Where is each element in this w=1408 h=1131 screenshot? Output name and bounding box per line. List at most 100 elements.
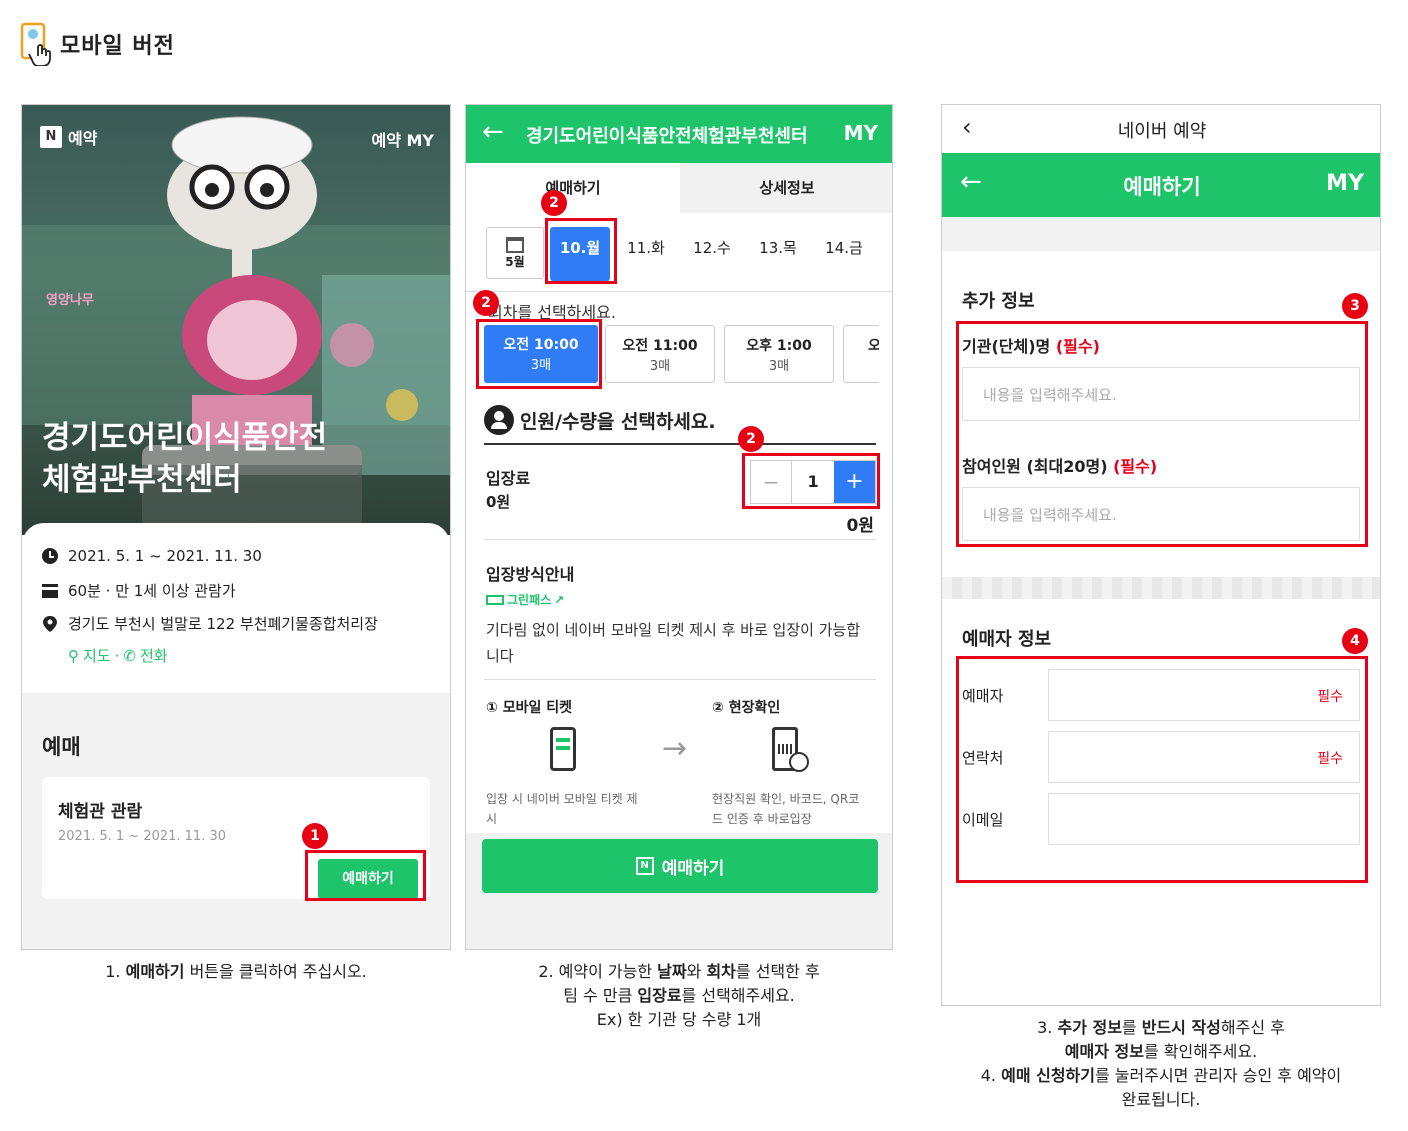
round-time: 오전 11:00 <box>622 338 698 354</box>
step-badge-2-round: 2 <box>473 290 499 316</box>
period-text: 2021. 5. 1 ~ 2021. 11. 30 <box>68 547 262 565</box>
screen-venue-detail: N 예약 예약 MY 영양나무 경기도어린이식품안전 체험관부천센터 2021.… <box>21 104 451 950</box>
person-icon <box>484 405 514 435</box>
divider <box>466 291 892 292</box>
caption-step1: 1. 예매하기 버튼을 클릭하여 주십시오. <box>21 960 451 984</box>
date-label: 14.금 <box>825 239 863 257</box>
step-badge-1: 1 <box>302 823 328 849</box>
arrow-icon: ↗ <box>554 592 565 607</box>
page-title: 모바일 버전 <box>60 34 175 59</box>
naver-n-icon: N <box>40 126 62 148</box>
caption-line: Ex) 한 기관 당 수량 1개 <box>596 1010 762 1029</box>
highlight-booker-info <box>956 656 1368 883</box>
caption-text: 를 <box>1121 1018 1142 1037</box>
duration-text: 60분 · 만 1세 이상 관람가 <box>68 582 236 600</box>
people-prompt-row: 인원/수량을 선택하세요. <box>484 405 716 435</box>
caption-text: 3. <box>1037 1018 1058 1037</box>
caption-emphasis: 입장료 <box>637 986 682 1005</box>
step-badge-3: 3 <box>1342 293 1368 319</box>
step2-desc-line2: 드 인증 후 바로입장 <box>712 812 812 826</box>
step1-desc: 입장 시 네이버 모바일 티켓 제 시 <box>486 789 638 829</box>
entry-desc: 기다림 없이 네이버 모바일 티켓 제시 후 바로 입장이 가능합 니다 <box>486 617 860 669</box>
round-count: 3매 <box>768 359 790 374</box>
round-1100[interactable]: 오전 11:00 3매 <box>605 325 715 383</box>
screen-select-date: ← 경기도어린이식품안전체험관부천센터 MY 예매하기 상세정보 5월 10.월… <box>465 104 893 950</box>
ticket-name: 체험관 관람 <box>58 802 143 822</box>
divider <box>484 443 876 445</box>
greenpass-label: 그린패스 <box>507 593 552 607</box>
period-row: 2021. 5. 1 ~ 2021. 11. 30 <box>42 547 262 565</box>
barcode-check-icon <box>772 727 809 772</box>
caption-line: 완료됩니다. <box>1121 1090 1201 1109</box>
date-12[interactable]: 12.수 <box>682 237 742 258</box>
mobile-ticket-icon <box>550 727 576 771</box>
tab-detail[interactable]: 상세정보 <box>680 163 892 213</box>
booker-info-title: 예매자 정보 <box>962 629 1052 650</box>
caption-emphasis: 추가 정보 <box>1057 1018 1122 1037</box>
brand-logo[interactable]: N 예약 <box>40 125 97 149</box>
caption-line: 4. 예매 신청하기를 눌러주시면 관리자 승인 후 예약이 <box>930 1064 1392 1088</box>
month-picker[interactable]: 5월 <box>486 227 544 279</box>
back-arrow-icon[interactable]: ← <box>482 117 504 147</box>
people-prompt: 인원/수량을 선택하세요. <box>520 410 716 433</box>
booking-section: 예매 체험관 관람 2021. 5. 1 ~ 2021. 11. 30 예매하기 <box>22 693 450 949</box>
step2-desc: 현장직원 확인, 바코드, QR코 드 인증 후 바로입장 <box>712 789 859 829</box>
caption-text: 2. 예약이 가능한 <box>538 962 658 981</box>
caption-text: 버튼을 클릭하여 주십시오. <box>184 962 367 981</box>
greenpass-badge: 그린패스 ↗ <box>486 591 564 608</box>
step-badge-2-quantity: 2 <box>738 426 764 452</box>
my-reservation-link[interactable]: 예약 MY <box>371 127 434 151</box>
month-label: 5월 <box>505 254 525 269</box>
map-phone-links: ⚲ 지도 · ✆ 전화 <box>68 645 168 666</box>
header-my-link[interactable]: MY <box>844 121 878 145</box>
caption-emphasis: 예매자 정보 <box>1064 1042 1144 1061</box>
step1-desc-line1: 입장 시 네이버 모바일 티켓 제 <box>486 792 638 806</box>
phone-icon: ✆ <box>123 646 136 665</box>
header-title: 예매하기 <box>1123 175 1201 199</box>
calendar-icon <box>506 236 524 253</box>
step2-title: ② 현장확인 <box>712 700 781 716</box>
caption-text: 해주신 후 <box>1220 1018 1285 1037</box>
date-11[interactable]: 11.화 <box>616 237 676 258</box>
tab-booking[interactable]: 예매하기 <box>466 163 680 213</box>
date-13[interactable]: 13.목 <box>748 237 808 258</box>
tab-detail-label: 상세정보 <box>759 179 815 197</box>
mobile-touch-icon <box>20 22 51 66</box>
highlight-extra-info <box>956 321 1368 547</box>
duration-row: 60분 · 만 1세 이상 관람가 <box>42 580 236 601</box>
brand-label: 예약 <box>68 129 98 148</box>
phone-link[interactable]: 전화 <box>140 645 168 666</box>
map-link[interactable]: 지도 <box>83 645 111 666</box>
highlight-round <box>476 319 602 389</box>
caption-emphasis: 예매하기 <box>125 962 185 981</box>
caption-text: 1. <box>105 962 126 981</box>
caption-text: 4. <box>980 1066 1002 1085</box>
highlight-date <box>545 218 617 284</box>
date-14[interactable]: 14.금 <box>814 237 874 258</box>
divider <box>484 679 876 680</box>
step-badge-4: 4 <box>1342 628 1368 654</box>
step-badge-2-date: 2 <box>541 190 567 216</box>
round-more[interactable]: 오 <box>843 325 879 383</box>
ticket-icon <box>42 583 58 598</box>
highlight-book-button <box>305 850 426 901</box>
caption-text: 를 확인해주세요. <box>1143 1042 1258 1061</box>
entry-title: 입장방식안내 <box>486 565 575 584</box>
clock-icon <box>42 548 58 564</box>
caption-emphasis: 날짜 <box>657 962 687 981</box>
section-title: 예매 <box>42 735 81 759</box>
venue-hero-image: N 예약 예약 MY 영양나무 경기도어린이식품안전 체험관부천센터 <box>22 105 450 535</box>
entry-desc-line1: 기다림 없이 네이버 모바일 티켓 제시 후 바로 입장이 가능합 <box>486 621 861 639</box>
header-my-link[interactable]: MY <box>1326 171 1364 196</box>
caption-text: 를 선택한 후 <box>735 962 820 981</box>
venue-info-card: 2021. 5. 1 ~ 2021. 11. 30 60분 · 만 1세 이상 … <box>22 523 450 693</box>
step2-desc-line1: 현장직원 확인, 바코드, QR코 <box>712 792 860 806</box>
highlight-quantity <box>742 453 880 509</box>
round-count: 3매 <box>649 359 671 374</box>
caption-text: 를 선택해주세요. <box>681 986 795 1005</box>
venue-sign: 영양나무 <box>46 293 94 308</box>
book-submit-button[interactable]: N 예매하기 <box>482 839 878 893</box>
date-label: 13.목 <box>759 239 797 257</box>
step1-desc-line2: 시 <box>486 812 498 826</box>
round-1300[interactable]: 오후 1:00 3매 <box>724 325 834 383</box>
